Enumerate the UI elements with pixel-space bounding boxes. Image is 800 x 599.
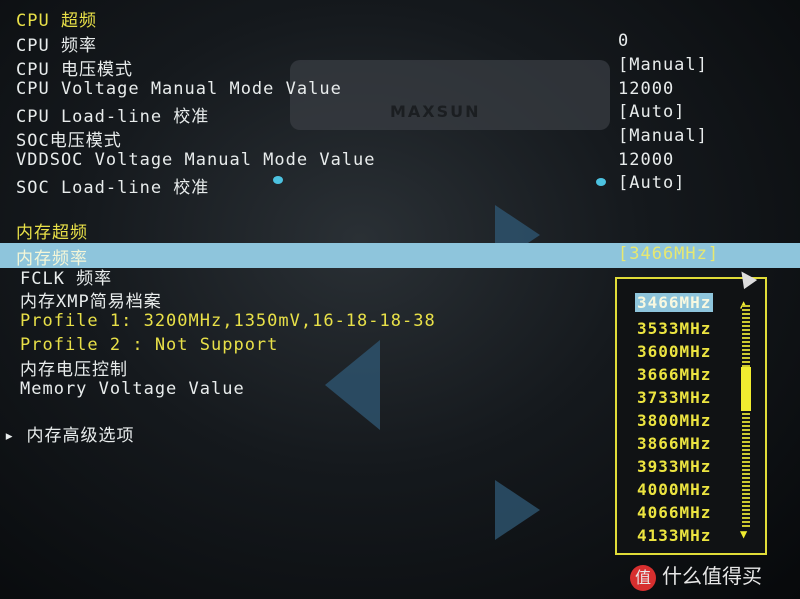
dropdown-option[interactable]: 3933MHz — [637, 457, 711, 476]
dropdown-option[interactable]: 3666MHz — [637, 365, 711, 384]
selected-row-memory-frequency[interactable]: 内存频率 [3466MHz] — [0, 243, 800, 269]
scrollbar-track[interactable] — [742, 305, 750, 527]
menu-item-soc-loadline[interactable]: SOC Load-line 校准 — [16, 173, 209, 198]
menu-item-cpu-loadline[interactable]: CPU Load-line 校准 — [16, 102, 209, 127]
background-triangle — [495, 480, 540, 540]
xmp-profile-1: Profile 1: 3200MHz,1350mV,16-18-18-38 — [20, 311, 436, 331]
dropdown-option[interactable]: 4133MHz — [637, 526, 711, 545]
dropdown-option[interactable]: 3866MHz — [637, 434, 711, 453]
scroll-down-icon[interactable]: ▼ — [740, 527, 747, 541]
dropdown-option[interactable]: 3600MHz — [637, 342, 711, 361]
watermark-logo-icon: 值 — [630, 564, 656, 591]
value-soc-loadline[interactable]: [Auto] — [618, 173, 685, 193]
menu-item-cpu-voltage-mode[interactable]: CPU 电压模式 — [16, 55, 133, 80]
cpu-section-title: CPU 超频 — [16, 11, 97, 31]
value-vddsoc-voltage-value[interactable]: 12000 — [618, 150, 674, 170]
menu-item-vddsoc-voltage-value[interactable]: VDDSOC Voltage Manual Mode Value — [16, 150, 376, 170]
menu-item-soc-voltage-mode[interactable]: SOC电压模式 — [16, 126, 122, 151]
scrollbar-thumb[interactable] — [741, 367, 751, 412]
frequency-dropdown[interactable]: 3466MHz 3533MHz 3600MHz 3666MHz 3733MHz … — [615, 277, 767, 555]
value-cpu-loadline[interactable]: [Auto] — [618, 102, 685, 122]
menu-item-xmp[interactable]: 内存XMP简易档案 — [20, 287, 162, 312]
dropdown-option[interactable]: 4066MHz — [637, 503, 711, 522]
menu-item-memory-voltage-value[interactable]: Memory Voltage Value — [20, 379, 245, 399]
submenu-memory-advanced[interactable]: ▸ 内存高级选项 — [4, 421, 134, 446]
background-light-dot — [273, 176, 283, 184]
value-memory-frequency[interactable]: [3466MHz] — [618, 244, 719, 264]
dropdown-option[interactable]: 3733MHz — [637, 388, 711, 407]
menu-item-fclk[interactable]: FCLK 频率 — [20, 264, 112, 289]
dropdown-option[interactable]: 3533MHz — [637, 319, 711, 338]
dropdown-option[interactable]: 3466MHz — [635, 293, 714, 312]
background-triangle — [325, 340, 380, 430]
dropdown-option[interactable]: 3800MHz — [637, 411, 711, 430]
bios-screen: MAXSUN CPU 超频 CPU 频率 0 CPU 电压模式 [Manual]… — [0, 0, 800, 599]
background-logo: MAXSUN — [390, 102, 481, 121]
watermark: 值什么值得买 — [630, 560, 762, 591]
value-soc-voltage-mode[interactable]: [Manual] — [618, 126, 708, 146]
dropdown-option[interactable]: 4000MHz — [637, 480, 711, 499]
menu-item-cpu-voltage-value[interactable]: CPU Voltage Manual Mode Value — [16, 79, 342, 99]
menu-item-memory-voltage-control[interactable]: 内存电压控制 — [20, 355, 128, 380]
submenu-arrow-icon: ▸ — [4, 426, 27, 446]
xmp-profile-2: Profile 2 : Not Support — [20, 335, 279, 355]
dropdown-scrollbar[interactable]: ▲ ▼ — [739, 291, 753, 541]
memory-section-title: 内存超频 — [16, 223, 88, 243]
value-cpu-voltage-value[interactable]: 12000 — [618, 79, 674, 99]
value-cpu-voltage-mode[interactable]: [Manual] — [618, 55, 708, 75]
value-cpu-frequency[interactable]: 0 — [618, 31, 629, 51]
submenu-label: 内存高级选项 — [26, 426, 135, 446]
menu-item-cpu-frequency[interactable]: CPU 频率 — [16, 31, 97, 56]
watermark-text: 什么值得买 — [662, 564, 762, 588]
background-light-dot — [596, 178, 606, 186]
